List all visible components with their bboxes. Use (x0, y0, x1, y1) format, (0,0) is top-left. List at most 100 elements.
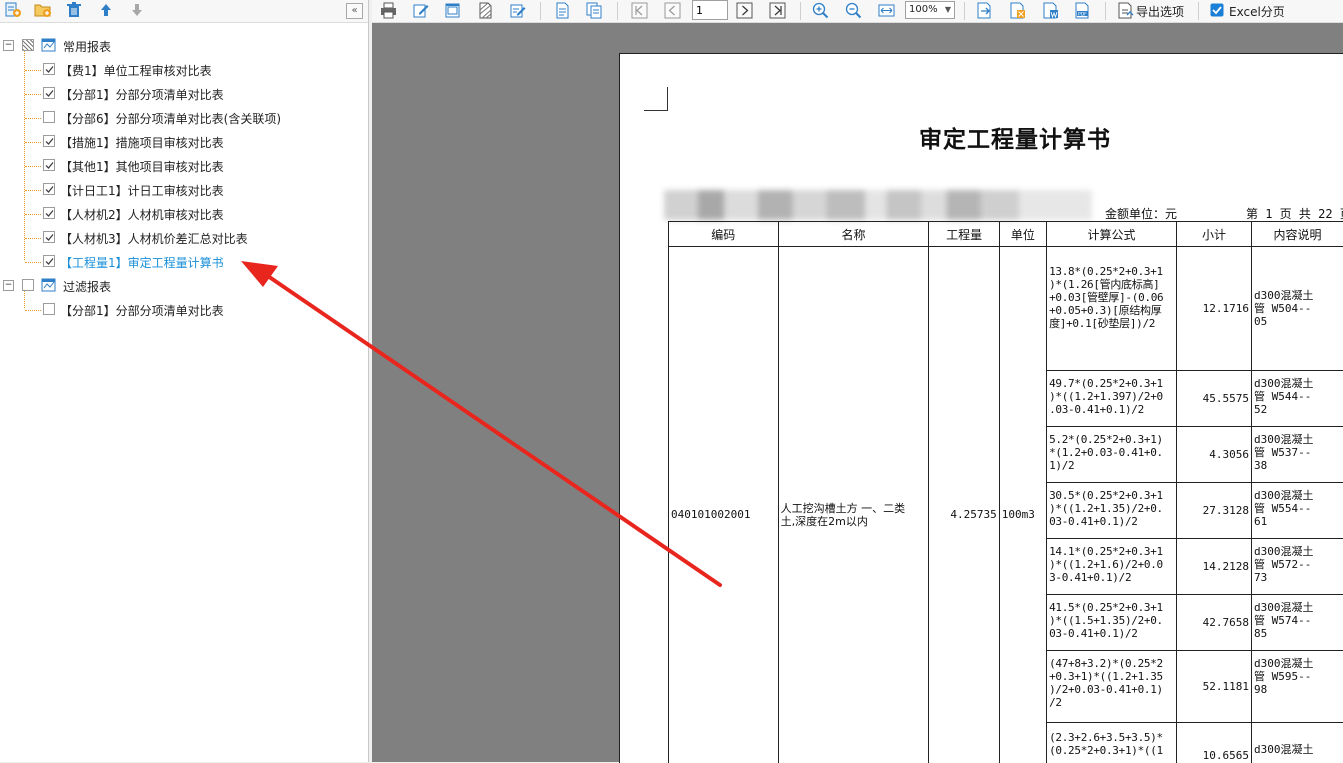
item-checkbox[interactable] (43, 63, 55, 75)
formula-cell: 14.1*(0.25*2+0.3+1 )*((1.2+1.6)/2+0.0 3-… (1047, 539, 1177, 595)
subtotal-cell: 10.6565 (1176, 723, 1251, 763)
item-unit: 100m3 (999, 247, 1046, 763)
tree-item[interactable]: 【人材机3】人材机价差汇总对比表 (0, 226, 368, 250)
tree-item-label: 【其他1】其他项目审核对比表 (60, 158, 224, 175)
item-checkbox[interactable] (43, 231, 55, 243)
description-cell: d300混凝土 (1252, 723, 1343, 763)
tree-toolbar: « (0, 0, 368, 23)
tree-item[interactable]: 【人材机2】人材机审核对比表 (0, 202, 368, 226)
description-cell: d300混凝土 管 W574-- 85 (1252, 595, 1343, 651)
export-options-button[interactable]: 导出选项 (1136, 3, 1184, 20)
description-cell: d300混凝土 管 W595-- 98 (1252, 651, 1343, 723)
item-quantity: 4.25735 (929, 247, 999, 763)
export-options-icon[interactable] (1117, 2, 1134, 19)
collapse-toggle[interactable]: − (3, 40, 14, 51)
item-checkbox[interactable] (43, 111, 55, 123)
subtotal-cell: 52.1181 (1176, 651, 1251, 723)
tree-item-label: 【分部1】分部分项清单对比表 (60, 86, 224, 103)
formula-cell: (47+8+3.2)*(0.25*2 +0.3+1)*((1.2+1.35 )/… (1047, 651, 1177, 723)
report-group-icon (41, 38, 57, 52)
chevron-down-icon: ▼ (945, 5, 951, 14)
formula-cell: 41.5*(0.25*2+0.3+1 )*((1.5+1.35)/2+0. 03… (1047, 595, 1177, 651)
group-checkbox[interactable] (22, 39, 34, 51)
next-page-icon[interactable] (736, 2, 753, 19)
tree-item-selected[interactable]: 【工程量1】审定工程量计算书 (0, 250, 368, 274)
description-cell: d300混凝土 管 W537-- 38 (1252, 427, 1343, 483)
group-checkbox[interactable] (22, 279, 34, 291)
tree-item[interactable]: 【计日工1】计日工审核对比表 (0, 178, 368, 202)
export-icon[interactable] (976, 2, 993, 19)
tree-item[interactable]: 【费1】单位工程审核对比表 (0, 58, 368, 82)
collapse-panel-button[interactable]: « (346, 3, 363, 19)
item-checkbox[interactable] (43, 135, 55, 147)
tree-item-label: 【分部1】分部分项清单对比表 (60, 302, 224, 319)
description-cell: d300混凝土 管 W572-- 73 (1252, 539, 1343, 595)
last-page-icon[interactable] (769, 2, 786, 19)
zoom-select[interactable]: 100%▼ (905, 1, 955, 19)
fit-width-icon[interactable] (878, 2, 895, 19)
export-pdf-icon[interactable]: PDF (1074, 2, 1091, 19)
formula-cell: 49.7*(0.25*2+0.3+1 )*((1.2+1.397)/2+0 .0… (1047, 371, 1177, 427)
amount-unit: 金额单位：元 (1105, 205, 1177, 222)
item-checkbox[interactable] (43, 207, 55, 219)
tree-item-label: 【措施1】措施项目审核对比表 (60, 134, 224, 151)
calc-table: 编码 名称 工程量 单位 计算公式 小计 内容说明 040101002001 人… (668, 221, 1343, 763)
tree-item[interactable]: 【措施1】措施项目审核对比表 (0, 130, 368, 154)
subtotal-cell: 12.1716 (1176, 247, 1251, 371)
tree-group-label: 常用报表 (63, 38, 111, 55)
formula-cell: 13.8*(0.25*2+0.3+1 )*(1.26[管内底标高] +0.03[… (1047, 247, 1177, 371)
report-preview-area[interactable]: 审定工程量计算书 金额单位：元 第 1 页 共 22 页 编码 名称 工程量 单… (372, 23, 1343, 762)
tree-item-label: 【人材机2】人材机审核对比表 (60, 206, 224, 223)
tree-item[interactable]: 【其他1】其他项目审核对比表 (0, 154, 368, 178)
col-header-name: 名称 (778, 222, 929, 247)
delete-icon[interactable] (65, 2, 83, 18)
edit-icon[interactable] (412, 2, 429, 19)
export-word-icon[interactable] (1042, 2, 1059, 19)
zoom-in-icon[interactable] (812, 2, 829, 19)
description-cell: d300混凝土 管 W504-- 05 (1252, 247, 1343, 371)
col-header-unit: 单位 (999, 222, 1046, 247)
tree-item[interactable]: 【分部6】分部分项清单对比表(含关联项) (0, 106, 368, 130)
item-checkbox[interactable] (43, 87, 55, 99)
item-checkbox[interactable] (43, 159, 55, 171)
watermark-icon[interactable] (477, 2, 494, 19)
formula-cell: 30.5*(0.25*2+0.3+1 )*((1.2+1.35)/2+0. 03… (1047, 483, 1177, 539)
crop-mark (644, 87, 668, 111)
new-folder-icon[interactable] (34, 2, 52, 18)
item-checkbox[interactable] (43, 183, 55, 195)
document-title: 审定工程量计算书 (620, 120, 1343, 154)
formula-cell: (2.3+2.6+3.5+3.5)* (0.25*2+0.3+1)*((1 (1047, 723, 1177, 763)
page-info: 第 1 页 共 22 页 (1246, 205, 1343, 222)
tree-item-label: 【人材机3】人材机价差汇总对比表 (60, 230, 248, 247)
table-header-row: 编码 名称 工程量 单位 计算公式 小计 内容说明 (669, 222, 1343, 247)
excel-paging-checkbox[interactable] (1210, 3, 1224, 17)
export-excel-icon[interactable] (1009, 2, 1026, 19)
preview-toolbar: 100%▼ PDF 导出选项 Excel分页 (372, 0, 1343, 23)
move-down-icon[interactable] (128, 2, 146, 18)
multi-page-icon[interactable] (586, 2, 603, 19)
formula-cell: 5.2*(0.25*2+0.3+1) *(1.2+0.03-0.41+0. 1)… (1047, 427, 1177, 483)
new-report-icon[interactable] (4, 2, 22, 18)
prev-page-icon[interactable] (664, 2, 681, 19)
item-checkbox[interactable] (43, 255, 55, 267)
tree-group-filter[interactable]: − 过滤报表 (0, 274, 368, 298)
tree-group-common[interactable]: − 常用报表 (0, 34, 368, 58)
print-icon[interactable] (380, 2, 397, 19)
tree-item[interactable]: 【分部1】分部分项清单对比表 (0, 82, 368, 106)
move-up-icon[interactable] (97, 2, 115, 18)
col-header-quantity: 工程量 (929, 222, 999, 247)
page-setup-icon[interactable] (444, 2, 461, 19)
first-page-icon[interactable] (631, 2, 648, 19)
item-checkbox[interactable] (43, 303, 55, 315)
collapse-toggle[interactable]: − (3, 280, 14, 291)
excel-paging-label[interactable]: Excel分页 (1229, 3, 1285, 20)
page-number-input[interactable] (692, 0, 728, 20)
tree-item[interactable]: 【分部1】分部分项清单对比表 (0, 298, 368, 322)
single-page-icon[interactable] (554, 2, 571, 19)
description-cell: d300混凝土 管 W544-- 52 (1252, 371, 1343, 427)
design-icon[interactable] (509, 2, 526, 19)
subtotal-cell: 45.5575 (1176, 371, 1251, 427)
subtotal-cell: 14.2128 (1176, 539, 1251, 595)
item-code: 040101002001 (669, 247, 779, 763)
zoom-out-icon[interactable] (845, 2, 862, 19)
